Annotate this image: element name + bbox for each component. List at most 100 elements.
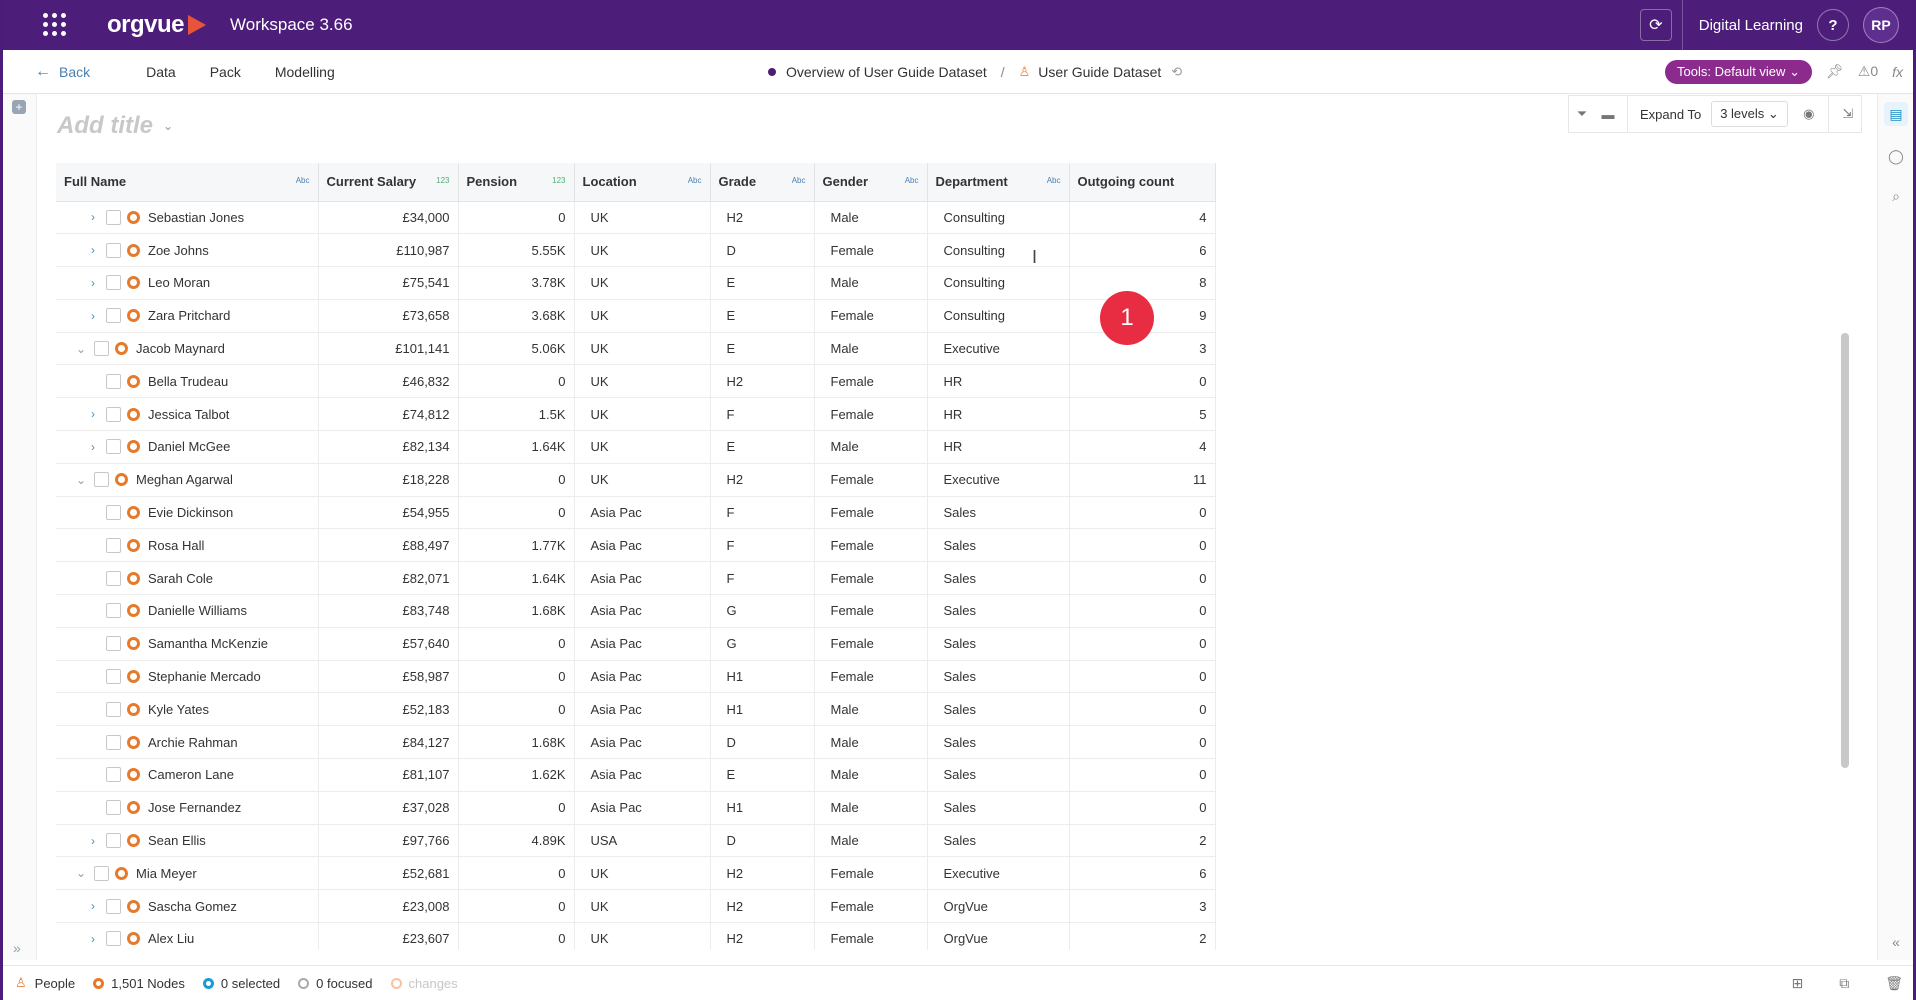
collapse-panel-icon[interactable]: « — [1884, 930, 1908, 954]
name-cell[interactable]: Samantha McKenzie — [56, 627, 319, 661]
department-cell[interactable]: HR — [927, 397, 1070, 432]
location-cell[interactable]: Asia Pac — [574, 594, 711, 628]
location-cell[interactable]: Asia Pac — [574, 528, 711, 563]
chevron-right-icon[interactable]: › — [86, 243, 100, 257]
chevron-right-icon[interactable]: › — [86, 309, 100, 323]
name-cell[interactable]: › Sean Ellis — [56, 824, 319, 858]
row-checkbox[interactable] — [94, 865, 109, 881]
orgvue-logo[interactable]: orgvue — [107, 11, 207, 39]
outgoing-cell[interactable]: 6 — [1069, 233, 1216, 268]
location-cell[interactable]: UK — [574, 889, 711, 924]
levels-select[interactable]: 3 levels ⌄ — [1711, 101, 1788, 127]
name-cell[interactable]: Archie Rahman — [56, 725, 319, 760]
grade-cell[interactable]: E — [710, 758, 815, 792]
outgoing-cell[interactable]: 2 — [1069, 824, 1216, 858]
salary-cell[interactable]: £23,008 — [318, 889, 459, 924]
location-cell[interactable]: UK — [574, 233, 711, 268]
table-row[interactable]: › Zara Pritchard £73,658 3.68K UK E Female Cons… — [56, 299, 1216, 333]
chevron-right-icon[interactable]: › — [86, 932, 100, 946]
department-cell[interactable]: OrgVue — [927, 922, 1070, 950]
row-checkbox[interactable] — [106, 603, 121, 619]
location-cell[interactable]: Asia Pac — [574, 791, 711, 825]
column-header-1[interactable]: Current Salary 123 — [318, 163, 459, 202]
data-grid[interactable]: Full Name Abc Current Salary 123 Pension 123 L… — [56, 163, 1856, 950]
department-cell[interactable]: Executive — [927, 856, 1070, 891]
salary-cell[interactable]: £97,766 — [318, 824, 459, 858]
alerts-count[interactable]: ⚠︎0 — [1858, 63, 1878, 80]
name-cell[interactable]: Jose Fernandez — [56, 791, 319, 825]
row-checkbox[interactable] — [106, 537, 121, 553]
department-cell[interactable]: Sales — [927, 561, 1070, 596]
nav-item-pack[interactable]: Pack — [210, 64, 241, 80]
salary-cell[interactable]: £34,000 — [318, 201, 459, 235]
table-row[interactable]: Sarah Cole £82,071 1.64K Asia Pac F Female Sal… — [56, 561, 1216, 596]
gender-cell[interactable]: Male — [814, 692, 928, 727]
location-cell[interactable]: Asia Pac — [574, 725, 711, 760]
gender-cell[interactable]: Male — [814, 201, 928, 235]
focused-indicator[interactable]: 0 focused — [298, 976, 373, 991]
location-cell[interactable]: UK — [574, 922, 711, 950]
user-avatar[interactable]: RP — [1863, 7, 1899, 43]
pension-cell[interactable]: 1.5K — [458, 397, 575, 432]
chevron-right-icon[interactable]: › — [86, 210, 100, 224]
comment-icon[interactable]: ▬ — [1595, 107, 1621, 122]
row-checkbox[interactable] — [106, 406, 121, 422]
location-cell[interactable]: UK — [574, 430, 711, 464]
name-cell[interactable]: Stephanie Mercado — [56, 660, 319, 694]
name-cell[interactable]: › Leo Moran — [56, 266, 319, 300]
grade-cell[interactable]: H2 — [710, 201, 815, 235]
pension-cell[interactable]: 0 — [458, 627, 575, 661]
salary-cell[interactable]: £110,987 — [318, 233, 459, 268]
salary-cell[interactable]: £23,607 — [318, 922, 459, 950]
name-cell[interactable]: Bella Trudeau — [56, 364, 319, 399]
department-cell[interactable]: Sales — [927, 791, 1070, 825]
dataset-indicator[interactable]: ♙ People — [15, 975, 75, 991]
department-cell[interactable]: OrgVue — [927, 889, 1070, 924]
digital-learning-link[interactable]: Digital Learning — [1699, 17, 1803, 34]
department-cell[interactable]: Sales — [927, 627, 1070, 661]
salary-cell[interactable]: £52,681 — [318, 856, 459, 891]
table-row[interactable]: › Sebastian Jones £34,000 0 UK H2 Male Consulti… — [56, 201, 1216, 235]
filter-icon[interactable]: ⏷ — [1569, 106, 1595, 122]
table-row[interactable]: › Daniel McGee £82,134 1.64K UK E Male HR 4 — [56, 430, 1216, 464]
gender-cell[interactable]: Male — [814, 430, 928, 464]
column-header-0[interactable]: Full Name Abc — [56, 163, 319, 202]
gender-cell[interactable]: Female — [814, 889, 928, 924]
export-icon[interactable]: ⇲ — [1835, 106, 1861, 122]
pension-cell[interactable]: 1.68K — [458, 725, 575, 760]
department-cell[interactable]: Sales — [927, 594, 1070, 628]
view-title[interactable]: Add title ⌄ — [57, 112, 173, 140]
grade-cell[interactable]: H2 — [710, 922, 815, 950]
pension-cell[interactable]: 0 — [458, 692, 575, 727]
column-header-5[interactable]: Gender Abc — [814, 163, 928, 202]
salary-cell[interactable]: £75,541 — [318, 266, 459, 300]
department-cell[interactable]: Sales — [927, 725, 1070, 760]
location-cell[interactable]: UK — [574, 463, 711, 497]
outgoing-cell[interactable]: 0 — [1069, 594, 1216, 628]
back-button[interactable]: ← Back — [35, 63, 90, 81]
salary-cell[interactable]: £73,658 — [318, 299, 459, 333]
vertical-scrollbar[interactable] — [1841, 333, 1849, 768]
salary-cell[interactable]: £82,071 — [318, 561, 459, 596]
gender-cell[interactable]: Male — [814, 758, 928, 792]
pension-cell[interactable]: 1.68K — [458, 594, 575, 628]
salary-cell[interactable]: £58,987 — [318, 660, 459, 694]
grade-cell[interactable]: G — [710, 594, 815, 628]
gender-cell[interactable]: Female — [814, 299, 928, 333]
table-row[interactable]: ⌄ Meghan Agarwal £18,228 0 UK H2 Female Executi… — [56, 463, 1216, 497]
row-checkbox[interactable] — [106, 734, 121, 750]
row-checkbox[interactable] — [94, 472, 109, 488]
location-cell[interactable]: UK — [574, 397, 711, 432]
department-cell[interactable]: Consulting — [927, 201, 1070, 235]
column-header-4[interactable]: Grade Abc — [710, 163, 815, 202]
nodes-indicator[interactable]: 1,501 Nodes — [93, 976, 185, 991]
apps-grid-icon[interactable] — [43, 13, 67, 37]
location-cell[interactable]: Asia Pac — [574, 758, 711, 792]
grade-cell[interactable]: E — [710, 430, 815, 464]
pension-cell[interactable]: 1.77K — [458, 528, 575, 563]
department-cell[interactable]: Sales — [927, 692, 1070, 727]
name-cell[interactable]: ⌄ Meghan Agarwal — [56, 463, 319, 497]
row-checkbox[interactable] — [106, 242, 121, 258]
department-cell[interactable]: Sales — [927, 824, 1070, 858]
breadcrumb-dataset[interactable]: User Guide Dataset — [1038, 64, 1161, 80]
